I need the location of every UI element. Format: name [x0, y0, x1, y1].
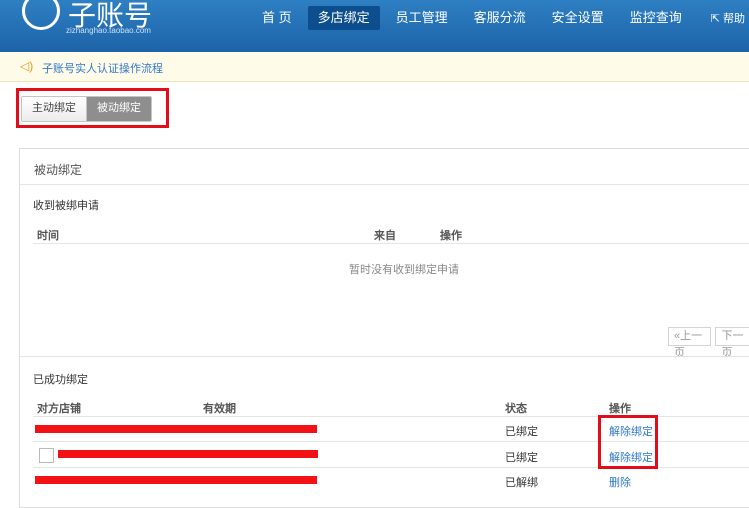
received-heading: 收到被绑申请 — [33, 200, 99, 212]
col-bound-action: 操作 — [609, 403, 631, 415]
notice-bar: ◁) 子账号实人认证操作流程 — [0, 53, 749, 82]
nav-monitor-query[interactable]: 监控查询 — [620, 6, 692, 30]
nav-customer-service-routing[interactable]: 客服分流 — [464, 6, 536, 30]
tab-active-binding[interactable]: 主动绑定 — [22, 97, 87, 121]
prev-page-button[interactable]: «上一页 — [668, 327, 712, 359]
logo-icon — [22, 0, 60, 30]
logo-subtitle: zizhanghao.taobao.com — [66, 26, 151, 35]
tab-passive-binding[interactable]: 被动绑定 — [87, 97, 151, 121]
next-page-button[interactable]: 下一页 — [715, 327, 749, 359]
highlight-box-unbind — [598, 415, 658, 469]
notice-link[interactable]: 子账号实人认证操作流程 — [42, 60, 163, 76]
nav-multi-shop-binding[interactable]: 多店绑定 — [307, 6, 380, 30]
col-validity: 有效期 — [203, 403, 236, 415]
pagination: «上一页 下一页 — [668, 327, 749, 359]
binding-mode-toggle: 主动绑定 被动绑定 — [21, 96, 152, 122]
empty-message: 暂时没有收到绑定申请 — [349, 264, 459, 276]
col-time: 时间 — [37, 230, 59, 242]
divider — [33, 243, 749, 244]
divider — [20, 356, 749, 357]
header-bar: 子账号 zizhanghao.taobao.com 首 页 多店绑定 员工管理 … — [0, 0, 749, 52]
row-status: 已绑定 — [505, 426, 538, 438]
col-shop: 对方店铺 — [37, 403, 81, 415]
bound-heading: 已成功绑定 — [33, 374, 88, 386]
external-link-icon: ⇱ — [710, 13, 720, 25]
redaction-mark — [35, 476, 317, 484]
row-status: 已解绑 — [505, 477, 538, 489]
row-status: 已绑定 — [505, 452, 538, 464]
col-status: 状态 — [505, 403, 527, 415]
row-checkbox[interactable] — [39, 448, 54, 463]
redaction-mark — [58, 450, 318, 458]
help-link[interactable]: ⇱ 帮助 — [711, 10, 745, 26]
delete-link[interactable]: 删除 — [609, 474, 631, 490]
speaker-icon: ◁) — [20, 59, 34, 73]
col-from: 来自 — [374, 230, 396, 242]
main-nav: 首 页 多店绑定 员工管理 客服分流 安全设置 监控查询 — [252, 6, 698, 32]
nav-home[interactable]: 首 页 — [252, 6, 302, 30]
nav-security-settings[interactable]: 安全设置 — [542, 6, 614, 30]
divider — [20, 184, 749, 185]
nav-staff-management[interactable]: 员工管理 — [386, 6, 458, 30]
help-label: 帮助 — [723, 13, 745, 25]
panel-title: 被动绑定 — [34, 163, 83, 177]
col-action: 操作 — [440, 230, 462, 242]
redaction-mark — [35, 425, 317, 433]
